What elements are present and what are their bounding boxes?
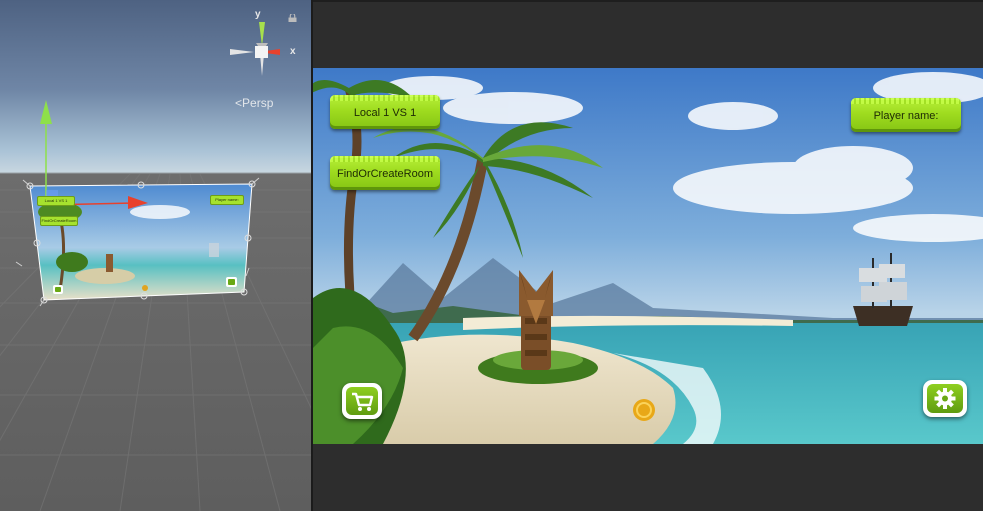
gizmo-x-label: x bbox=[290, 46, 296, 57]
lock-icon[interactable] bbox=[288, 14, 297, 22]
mini-local-button: Local 1 VS 1 bbox=[37, 196, 75, 206]
find-or-create-room-button[interactable]: FindOrCreateRoom bbox=[330, 156, 440, 190]
gear-icon bbox=[934, 388, 956, 409]
shop-button[interactable] bbox=[342, 383, 382, 419]
local-1vs1-button[interactable]: Local 1 VS 1 bbox=[330, 95, 440, 129]
find-or-create-room-label: FindOrCreateRoom bbox=[337, 168, 433, 180]
player-name-label: Player name: bbox=[873, 110, 939, 122]
persp-label: Persp bbox=[242, 96, 274, 110]
game-view-topbar bbox=[313, 0, 983, 2]
player-name-button[interactable]: Player name: bbox=[851, 98, 961, 132]
scene-view[interactable]: Local 1 VS 1 FindOrCreateRoom Player nam… bbox=[0, 0, 311, 511]
game-view[interactable]: Local 1 VS 1 FindOrCreateRoom Player nam… bbox=[313, 0, 983, 511]
projection-toggle[interactable]: <Persp bbox=[235, 96, 273, 110]
game-canvas[interactable]: Local 1 VS 1 FindOrCreateRoom Player nam… bbox=[313, 68, 983, 444]
mini-find-room-button: FindOrCreateRoom bbox=[40, 216, 78, 226]
persp-chevron-icon: < bbox=[235, 96, 243, 110]
gizmo-y-label: y bbox=[255, 9, 261, 20]
shopping-cart-icon bbox=[352, 392, 374, 411]
local-1vs1-label: Local 1 VS 1 bbox=[353, 107, 417, 119]
settings-button[interactable] bbox=[923, 380, 967, 417]
mini-player-name-button: Player name: bbox=[210, 195, 244, 205]
